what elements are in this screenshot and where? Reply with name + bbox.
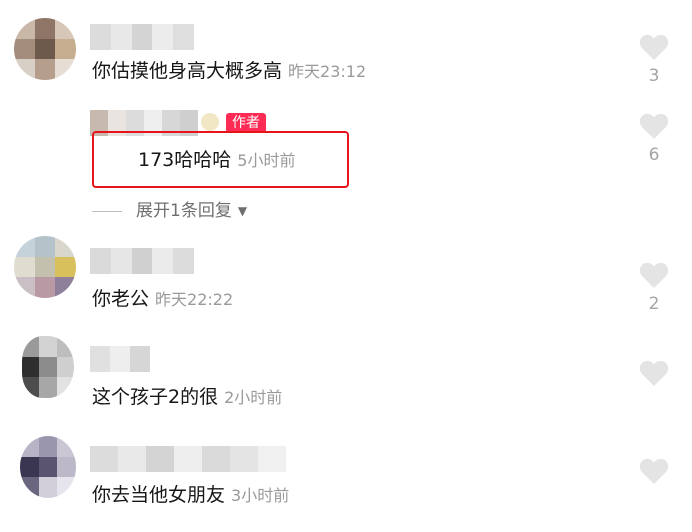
avatar[interactable] bbox=[20, 436, 76, 498]
comment-time: 昨天22:22 bbox=[155, 290, 234, 309]
username-blurred[interactable] bbox=[90, 248, 194, 274]
avatar[interactable] bbox=[14, 18, 76, 80]
comment-text: 你老公 昨天22:22 bbox=[92, 286, 233, 313]
comment-time: 2小时前 bbox=[224, 388, 283, 407]
divider bbox=[92, 210, 122, 212]
like-count: 2 bbox=[648, 294, 660, 314]
avatar[interactable] bbox=[14, 236, 76, 298]
reply-text: 173哈哈哈 5小时前 bbox=[138, 147, 295, 174]
comment-text: 你估摸他身高大概多高 昨天23:12 bbox=[92, 58, 366, 85]
avatar[interactable] bbox=[22, 336, 74, 398]
comment-body: 这个孩子2的很 bbox=[92, 386, 219, 408]
like-button[interactable] bbox=[630, 360, 678, 393]
username-blurred[interactable] bbox=[90, 346, 150, 372]
expand-replies-button[interactable]: 展开1条回复 ▼ bbox=[92, 199, 247, 223]
like-button[interactable]: 2 bbox=[630, 262, 678, 313]
like-button[interactable] bbox=[630, 458, 678, 491]
avatar-emoji-icon bbox=[201, 113, 219, 131]
author-badge: 作者 bbox=[226, 113, 266, 133]
comment-time: 5小时前 bbox=[237, 151, 296, 170]
comment-time: 昨天23:12 bbox=[288, 62, 367, 81]
comment-body: 你老公 bbox=[92, 288, 150, 310]
comment-body: 你去当他女朋友 bbox=[92, 484, 226, 506]
comment-text: 这个孩子2的很 2小时前 bbox=[92, 384, 282, 411]
username-blurred[interactable] bbox=[90, 446, 286, 472]
expand-replies-label: 展开1条回复 bbox=[136, 201, 232, 221]
heart-icon bbox=[639, 34, 669, 60]
heart-icon bbox=[639, 360, 669, 386]
caret-down-icon: ▼ bbox=[237, 204, 248, 218]
heart-icon bbox=[639, 262, 669, 288]
username-blurred[interactable] bbox=[90, 24, 194, 50]
like-button[interactable]: 3 bbox=[630, 34, 678, 85]
heart-icon bbox=[639, 458, 669, 484]
comment-body: 你估摸他身高大概多高 bbox=[92, 60, 283, 82]
like-count: 6 bbox=[648, 145, 660, 165]
heart-icon bbox=[639, 113, 669, 139]
comment-time: 3小时前 bbox=[231, 486, 290, 505]
comment-text: 你去当他女朋友 3小时前 bbox=[92, 482, 289, 509]
like-count: 3 bbox=[648, 66, 660, 86]
comment-body: 173哈哈哈 bbox=[138, 149, 232, 171]
like-button[interactable]: 6 bbox=[630, 113, 678, 164]
